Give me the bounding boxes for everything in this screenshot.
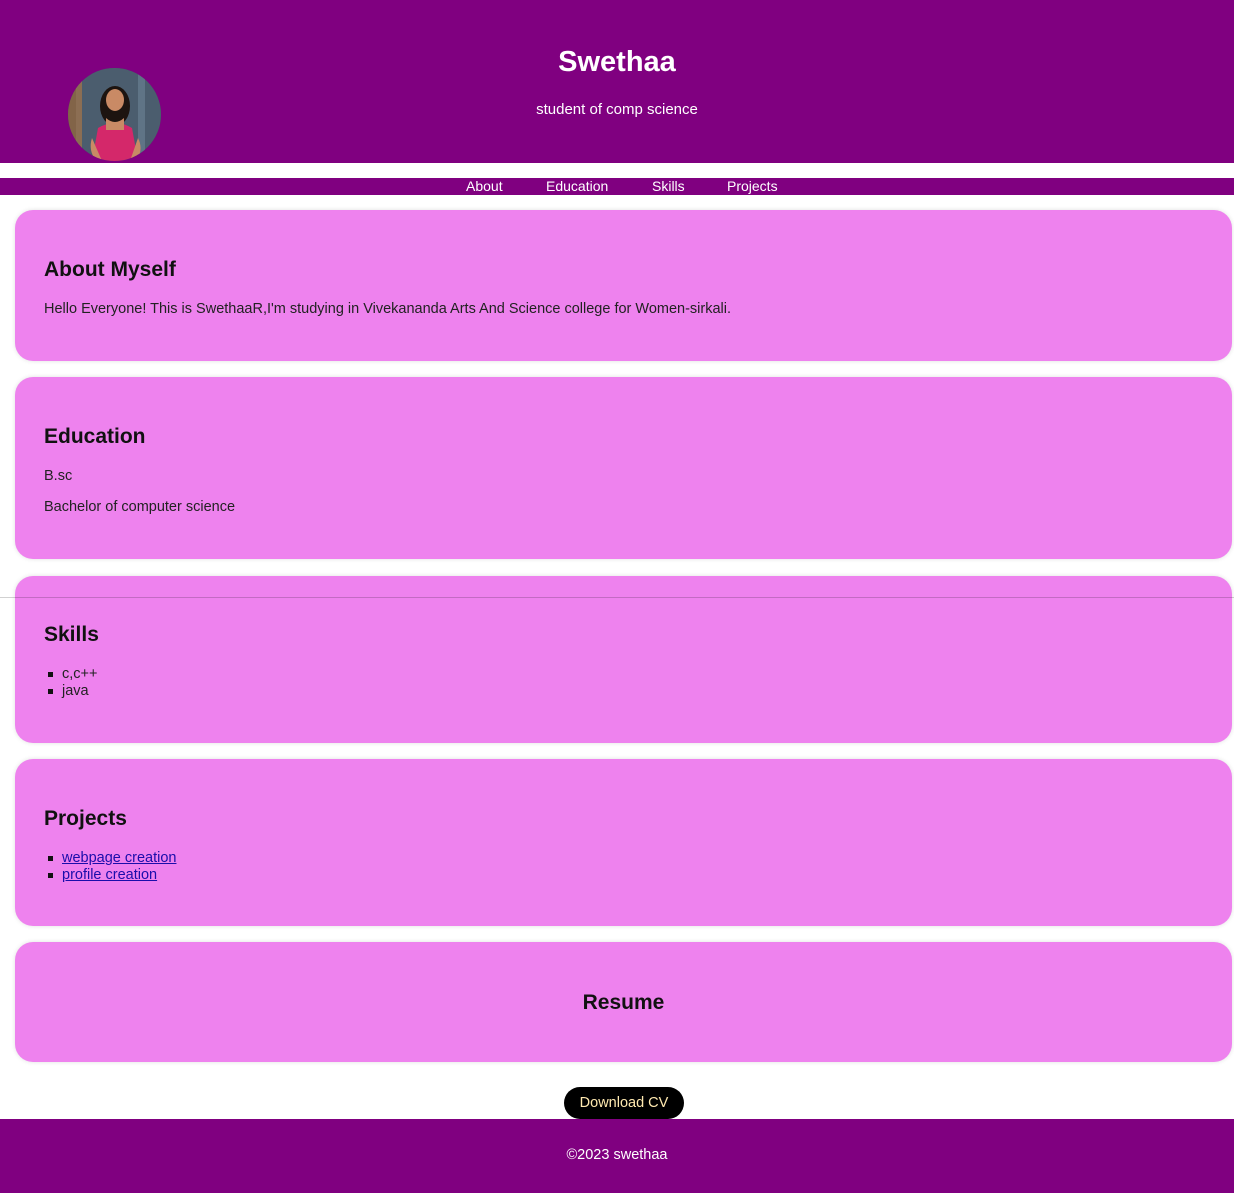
about-heading: About Myself (44, 258, 176, 281)
site-header: Swethaa student of comp science (0, 0, 1234, 163)
footer-copyright: ©2023 swethaa (566, 1147, 668, 1163)
page: Swethaa student of comp science About Ed… (0, 0, 1234, 1193)
project-link-profile[interactable]: profile creation (62, 867, 157, 883)
skills-list: c,c++ java (44, 666, 97, 700)
about-text: Hello Everyone! This is SwethaaR,I'm stu… (44, 301, 732, 317)
education-detail: Bachelor of computer science (44, 499, 236, 515)
nav-link-projects[interactable]: Projects (727, 178, 778, 195)
resume-section: Resume (15, 942, 1232, 1062)
education-heading: Education (44, 425, 146, 448)
projects-list: webpage creation profile creation (44, 850, 176, 884)
list-item: profile creation (44, 867, 176, 884)
site-subtitle: student of comp science (536, 101, 698, 118)
list-item: webpage creation (44, 850, 176, 867)
project-link-webpage[interactable]: webpage creation (62, 850, 176, 866)
main-nav: About Education Skills Projects (0, 178, 1234, 195)
nav-link-education[interactable]: Education (546, 178, 608, 195)
nav-link-about[interactable]: About (466, 178, 503, 195)
nav-link-skills[interactable]: Skills (652, 178, 685, 195)
resume-heading: Resume (582, 991, 665, 1014)
about-section: About Myself Hello Everyone! This is Swe… (15, 210, 1232, 361)
site-footer: ©2023 swethaa (0, 1119, 1234, 1193)
list-item: java (44, 683, 97, 700)
divider (0, 597, 1234, 598)
projects-section: Projects webpage creation profile creati… (15, 759, 1232, 926)
education-section: Education B.sc Bachelor of computer scie… (15, 377, 1232, 559)
skills-heading: Skills (44, 623, 99, 646)
education-degree: B.sc (44, 468, 73, 484)
site-title: Swethaa (558, 46, 676, 78)
projects-heading: Projects (44, 807, 127, 830)
list-item: c,c++ (44, 666, 97, 683)
download-cv-button[interactable]: Download CV (564, 1087, 684, 1119)
skills-section: Skills c,c++ java (15, 576, 1232, 743)
